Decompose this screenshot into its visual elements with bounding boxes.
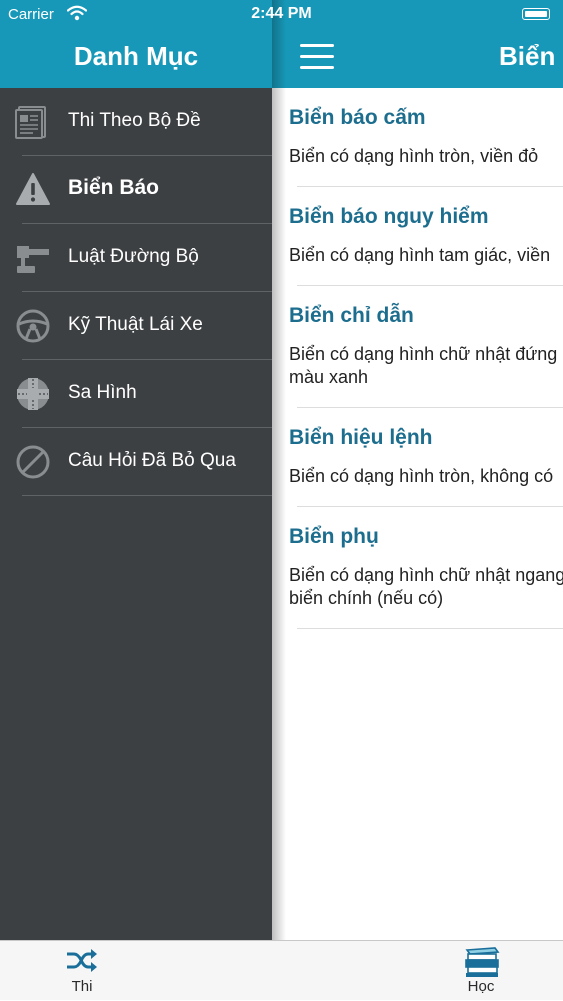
section-description: Biển có dạng hình chữ nhật ngang biển ch… <box>289 565 563 608</box>
menu-item-sa-hinh[interactable]: Sa Hình <box>0 360 272 428</box>
section-bien-bao-cam[interactable]: Biển báo cấm Biển có dạng hình tròn, viề… <box>272 88 563 187</box>
section-bien-hieu-lenh[interactable]: Biển hiệu lệnh Biển có dạng hình tròn, k… <box>272 408 563 507</box>
books-icon <box>464 946 500 977</box>
section-title: Biển báo cấm <box>289 106 426 129</box>
section-title: Biển hiệu lệnh <box>289 426 433 449</box>
section-bien-bao-nguy-hiem[interactable]: Biển báo nguy hiểm Biển có dạng hình tam… <box>272 187 563 286</box>
section-description: Biển có dạng hình tam giác, viền <box>289 245 551 265</box>
gavel-icon <box>15 240 51 276</box>
drawer-menu: Thi Theo Bộ Đề Biển Báo Luật Đường Bộ Kỹ… <box>0 88 272 496</box>
section-description: Biển có dạng hình chữ nhật đứng màu xanh <box>289 344 558 387</box>
menu-item-label: Thi Theo Bộ Đề <box>68 110 201 131</box>
road-intersection-icon <box>15 376 51 412</box>
menu-item-cau-hoi-da-bo-qua[interactable]: Câu Hỏi Đã Bỏ Qua <box>0 428 272 496</box>
main-content: Biển báo cấm Biển có dạng hình tròn, viề… <box>272 88 563 940</box>
prohibited-icon <box>15 444 51 480</box>
divider <box>297 628 563 629</box>
menu-item-bien-bao[interactable]: Biển Báo <box>0 156 272 224</box>
page-title: Biển b <box>499 41 563 71</box>
menu-item-label: Luật Đường Bộ <box>68 246 199 267</box>
menu-item-label: Sa Hình <box>68 382 137 403</box>
section-bien-phu[interactable]: Biển phụ Biển có dạng hình chữ nhật ngan… <box>272 507 563 629</box>
section-title: Biển phụ <box>289 525 379 548</box>
steering-wheel-icon <box>15 308 51 344</box>
side-drawer: Danh Mục Thi Theo Bộ Đề Biển Báo Luật Đư… <box>0 0 272 940</box>
tab-bar: Thi Học <box>0 940 563 1000</box>
newspaper-icon <box>15 104 51 140</box>
drawer-title: Danh Mục <box>73 41 199 71</box>
section-description: Biển có dạng hình tròn, không có <box>289 466 554 486</box>
menu-item-ky-thuat-lai-xe[interactable]: Kỹ Thuật Lái Xe <box>0 292 272 360</box>
section-description: Biển có dạng hình tròn, viền đỏ <box>289 146 539 166</box>
section-title: Biển chỉ dẫn <box>289 304 414 327</box>
tab-label: Thi <box>71 978 93 995</box>
section-bien-chi-dan[interactable]: Biển chỉ dẫn Biển có dạng hình chữ nhật … <box>272 286 563 408</box>
tab-label: Học <box>467 978 495 995</box>
tab-thi[interactable]: Thi <box>22 941 142 1001</box>
status-bar: Carrier 2:44 PM <box>0 0 563 30</box>
battery-icon <box>522 8 550 20</box>
menu-item-label: Biển Báo <box>68 176 160 199</box>
section-title: Biển báo nguy hiểm <box>289 205 489 228</box>
tab-hoc[interactable]: Học <box>421 941 541 1001</box>
menu-item-thi-theo-bo-de[interactable]: Thi Theo Bộ Đề <box>0 88 272 156</box>
menu-item-label: Kỹ Thuật Lái Xe <box>68 314 203 335</box>
shuffle-icon <box>65 946 99 976</box>
status-time: 2:44 PM <box>251 5 312 22</box>
menu-item-luat-duong-bo[interactable]: Luật Đường Bộ <box>0 224 272 292</box>
menu-item-label: Câu Hỏi Đã Bỏ Qua <box>68 450 236 471</box>
hamburger-menu-icon[interactable] <box>300 44 336 72</box>
drawer-shadow <box>272 0 286 940</box>
warning-icon <box>15 172 51 208</box>
